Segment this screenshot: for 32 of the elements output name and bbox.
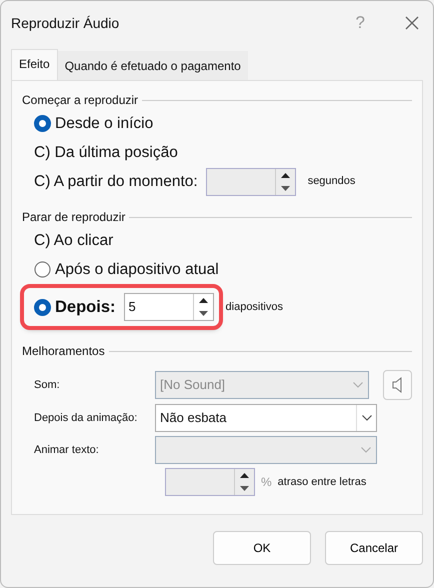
unit-label: diapositivos — [226, 300, 283, 315]
dialog-button[interactable]: OK — [213, 531, 311, 565]
section-label: Melhoramentos — [22, 343, 105, 360]
tab[interactable]: Efeito — [11, 49, 58, 81]
field-label: Depois da animação: — [34, 410, 138, 426]
up-arrow-icon[interactable] — [198, 298, 208, 303]
option-label[interactable]: C) Da última posição — [34, 140, 178, 164]
tab[interactable]: Quando é efetuado o pagamento — [58, 51, 248, 80]
close-icon[interactable] — [405, 16, 419, 30]
section-label: Parar de reproduzir — [22, 209, 126, 226]
delay-label: atraso entre letras — [278, 474, 366, 490]
option-label[interactable]: Desde o início — [55, 112, 154, 136]
dialog-button[interactable]: Cancelar — [325, 531, 423, 565]
chevron-down-icon — [362, 415, 372, 421]
option-label[interactable]: C) A partir do momento: — [34, 170, 198, 194]
chevron-down-icon — [361, 447, 371, 453]
radio-button[interactable] — [34, 261, 51, 278]
down-arrow-icon[interactable] — [198, 311, 208, 316]
spin-field[interactable]: 5 — [124, 293, 214, 321]
window-title: Reproduzir Áudio — [11, 14, 120, 33]
field-label: Animar texto: — [34, 442, 100, 458]
radio-button[interactable] — [34, 115, 51, 132]
option-label[interactable]: C) Ao clicar — [34, 228, 114, 252]
percent-label: % — [261, 474, 272, 491]
radio-button[interactable] — [34, 298, 51, 316]
field-label: Som: — [34, 378, 61, 393]
chevron-down-icon — [353, 382, 364, 388]
option-label[interactable]: Após o diapositivo atual — [55, 258, 219, 282]
section-label: Começar a reproduzir — [22, 92, 138, 109]
option-label[interactable]: Depois: — [55, 294, 116, 320]
dropdown[interactable]: Não esbata — [155, 404, 377, 432]
unit-label: segundos — [308, 174, 356, 190]
